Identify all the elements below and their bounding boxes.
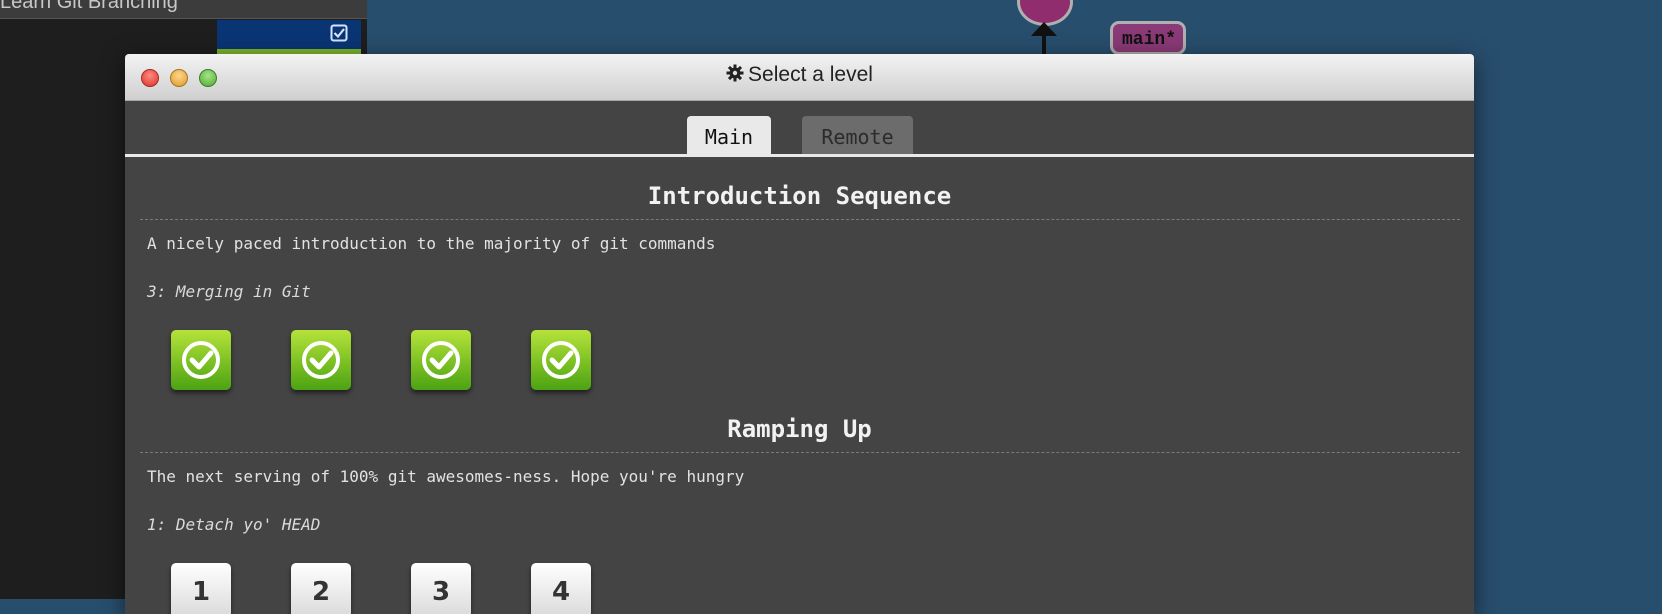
modal-title-text: Select a level [748, 63, 873, 86]
modal-title: Select a level [125, 63, 1474, 87]
checkmark-circle-icon [182, 341, 220, 379]
level-button-completed[interactable] [531, 330, 591, 390]
tab-remote[interactable]: Remote [802, 116, 913, 154]
section-title: Ramping Up [727, 415, 872, 443]
checkmark-circle-icon [422, 341, 460, 379]
modal-titlebar: Select a level [125, 54, 1474, 101]
section-description: A nicely paced introduction to the major… [147, 234, 716, 253]
background-window-titlebar: Learn Git Branching [0, 0, 367, 19]
level-select-modal: Select a level Main Remote Introduction … [125, 54, 1474, 614]
checkmark-circle-icon [542, 341, 580, 379]
level-button[interactable]: 4 [531, 563, 591, 614]
level-button[interactable]: 1 [171, 563, 231, 614]
level-button-completed[interactable] [291, 330, 351, 390]
section-divider [140, 452, 1460, 453]
section-description: The next serving of 100% git awesomes-ne… [147, 467, 745, 486]
checkmark-circle-icon [302, 341, 340, 379]
tab-underline [125, 154, 1474, 157]
level-button[interactable]: 2 [291, 563, 351, 614]
current-level-label: 1: Detach yo' HEAD [147, 515, 321, 534]
level-button[interactable]: 3 [411, 563, 471, 614]
section-title: Introduction Sequence [647, 182, 952, 210]
tab-main[interactable]: Main [687, 116, 771, 154]
gear-icon [726, 64, 744, 82]
current-level-label: 3: Merging in Git [147, 282, 311, 301]
checkbox-checked-icon [330, 24, 348, 42]
level-button-completed[interactable] [171, 330, 231, 390]
background-window-title: Learn Git Branching [0, 0, 178, 13]
up-arrow-icon [1031, 22, 1057, 56]
branch-tag: main* [1110, 21, 1186, 55]
level-button-completed[interactable] [411, 330, 471, 390]
section-divider [140, 219, 1460, 220]
